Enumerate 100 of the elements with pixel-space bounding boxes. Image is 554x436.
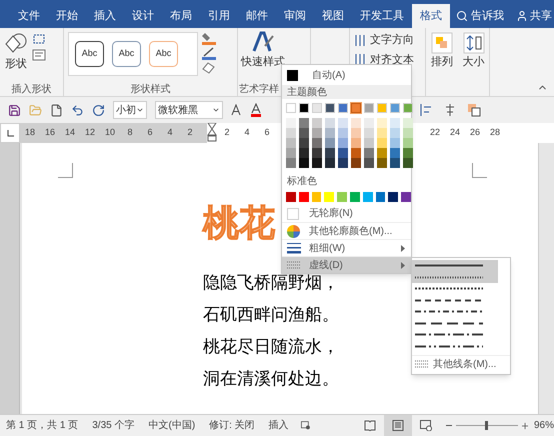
ribbon-tab[interactable]: 插入: [86, 4, 124, 28]
color-swatch[interactable]: [325, 118, 335, 128]
color-swatch[interactable]: [299, 158, 309, 168]
color-swatch[interactable]: [286, 192, 296, 202]
color-swatch[interactable]: [325, 128, 335, 138]
ribbon-tab[interactable]: 文件: [10, 4, 48, 28]
font-letter-icon[interactable]: [231, 104, 241, 116]
color-swatch[interactable]: [377, 158, 387, 168]
color-swatch[interactable]: [299, 138, 309, 148]
ribbon-tab[interactable]: 格式: [412, 4, 450, 28]
color-swatch[interactable]: [351, 128, 361, 138]
color-swatch[interactable]: [403, 148, 413, 158]
ribbon-tab[interactable]: 引用: [200, 4, 238, 28]
color-swatch[interactable]: [338, 128, 348, 138]
color-swatch[interactable]: [338, 118, 348, 128]
ribbon-tab[interactable]: 开发工具: [352, 4, 412, 28]
color-swatch[interactable]: [364, 148, 374, 158]
color-swatch[interactable]: [377, 128, 387, 138]
color-swatch[interactable]: [337, 192, 347, 202]
font-name-field[interactable]: 微软雅黑: [155, 101, 223, 119]
color-swatch[interactable]: [364, 138, 374, 148]
color-swatch[interactable]: [351, 118, 361, 128]
color-swatch[interactable]: [390, 158, 400, 168]
color-swatch[interactable]: [364, 128, 374, 138]
color-swatch[interactable]: [299, 118, 309, 128]
ribbon-tab[interactable]: 视图: [314, 4, 352, 28]
color-swatch[interactable]: [351, 148, 361, 158]
ribbon-tab[interactable]: 布局: [162, 4, 200, 28]
color-swatch[interactable]: [364, 158, 374, 168]
menu-item[interactable]: 无轮廓(N): [282, 205, 411, 222]
share-button[interactable]: 共享: [516, 4, 552, 28]
automatic-color-item[interactable]: 自动(A): [282, 65, 411, 85]
menu-item[interactable]: 其他轮廓颜色(M)...: [282, 222, 411, 239]
zoom-in-icon[interactable]: [522, 422, 528, 430]
color-swatch[interactable]: [286, 118, 296, 128]
size-button[interactable]: 大小: [462, 32, 484, 70]
menu-item[interactable]: 其他线条(M)...: [412, 355, 510, 372]
color-swatch[interactable]: [403, 138, 413, 148]
color-swatch[interactable]: [286, 138, 296, 148]
view-button[interactable]: [384, 415, 412, 436]
color-swatch[interactable]: [403, 128, 413, 138]
tab-selector[interactable]: [0, 123, 20, 143]
color-swatch[interactable]: [390, 138, 400, 148]
color-swatch[interactable]: [338, 148, 348, 158]
color-swatch[interactable]: [299, 148, 309, 158]
color-swatch[interactable]: [325, 148, 335, 158]
ribbon-tab[interactable]: 审阅: [276, 4, 314, 28]
color-swatch[interactable]: [377, 148, 387, 158]
color-swatch[interactable]: [351, 158, 361, 168]
tell-me-button[interactable]: 告诉我: [456, 4, 504, 28]
color-swatch[interactable]: [351, 103, 361, 113]
ribbon-tab[interactable]: 邮件: [238, 4, 276, 28]
color-swatch[interactable]: [312, 158, 322, 168]
macro-icon[interactable]: [300, 420, 310, 431]
color-swatch[interactable]: [377, 118, 387, 128]
color-swatch[interactable]: [312, 138, 322, 148]
color-swatch[interactable]: [350, 192, 360, 202]
shape-style-swatch[interactable]: Abc: [75, 41, 104, 67]
color-swatch[interactable]: [388, 192, 398, 202]
color-swatch[interactable]: [390, 148, 400, 158]
undo-icon[interactable]: [71, 104, 84, 116]
font-size-field[interactable]: 小初: [113, 101, 147, 119]
text-option-button[interactable]: 文字方向: [354, 32, 425, 48]
color-swatch[interactable]: [376, 192, 386, 202]
ribbon-tab[interactable]: 开始: [48, 4, 86, 28]
zoom-thumb[interactable]: [485, 421, 488, 430]
folder-icon[interactable]: [29, 104, 42, 116]
color-swatch[interactable]: [351, 138, 361, 148]
dash-style-option[interactable]: [412, 260, 498, 272]
align-center-icon[interactable]: [443, 103, 457, 117]
save-icon[interactable]: [8, 104, 21, 116]
arrange-button[interactable]: 排列: [431, 32, 453, 70]
text-option-button[interactable]: 对齐文本: [354, 52, 425, 68]
shape-style-swatch[interactable]: Abc: [149, 41, 178, 67]
color-swatch[interactable]: [324, 192, 334, 202]
menu-item[interactable]: 虚线(D): [282, 256, 411, 273]
color-swatch[interactable]: [286, 128, 296, 138]
shape-style-swatch[interactable]: Abc: [112, 41, 141, 67]
ribbon-tab[interactable]: 设计: [124, 4, 162, 28]
indent-marker[interactable]: [207, 123, 217, 143]
color-swatch[interactable]: [325, 158, 335, 168]
group-objects-icon[interactable]: [467, 103, 481, 117]
align-left-icon[interactable]: [419, 103, 433, 117]
redo-icon[interactable]: [92, 104, 105, 116]
color-swatch[interactable]: [312, 128, 322, 138]
color-swatch[interactable]: [312, 192, 322, 202]
color-swatch[interactable]: [390, 128, 400, 138]
color-swatch[interactable]: [299, 128, 309, 138]
color-swatch[interactable]: [401, 192, 411, 202]
color-swatch[interactable]: [362, 192, 373, 202]
color-swatch[interactable]: [286, 158, 296, 168]
color-swatch[interactable]: [312, 148, 322, 158]
font-color-icon[interactable]: [249, 103, 263, 117]
dash-style-option[interactable]: [412, 272, 498, 283]
color-swatch[interactable]: [338, 158, 348, 168]
color-swatch[interactable]: [298, 192, 309, 202]
color-swatch[interactable]: [286, 148, 296, 158]
color-swatch[interactable]: [390, 118, 400, 128]
shapes-button[interactable]: 形状: [4, 32, 28, 82]
color-swatch[interactable]: [312, 118, 322, 128]
